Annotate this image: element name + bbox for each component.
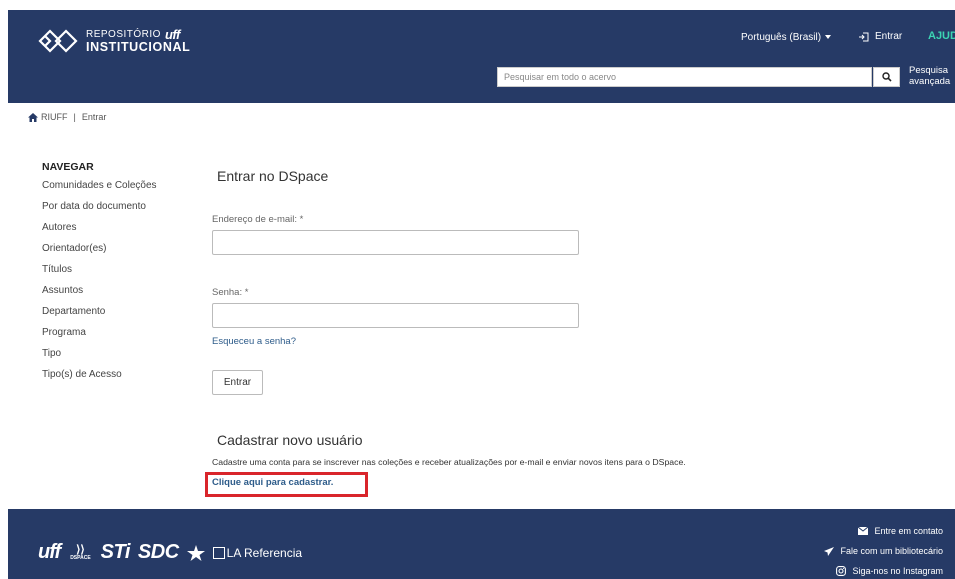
home-icon xyxy=(28,112,38,122)
sidebar-item-assuntos[interactable]: Assuntos xyxy=(42,284,157,305)
sidebar-item-titulos[interactable]: Títulos xyxy=(42,263,157,284)
sti-logo[interactable]: STi xyxy=(101,541,131,564)
sidebar-item-comunidades[interactable]: Comunidades e Coleções xyxy=(42,179,157,200)
instagram-link-label: Siga-nos no Instagram xyxy=(852,566,943,576)
uff-logo[interactable]: uff xyxy=(38,541,61,564)
forgot-password-link[interactable]: Esqueceu a senha? xyxy=(212,336,296,347)
login-submit-button[interactable]: Entrar xyxy=(212,370,263,395)
register-link[interactable]: Clique aqui para cadastrar. xyxy=(212,477,333,488)
language-selector[interactable]: Português (Brasil) xyxy=(741,32,832,43)
dspace-logo[interactable]: ⟩⟩ DSPACE xyxy=(70,543,91,561)
footer-links: Entre em contato Fale com um bibliotecár… xyxy=(824,521,943,579)
sidebar-item-autores[interactable]: Autores xyxy=(42,221,157,242)
sign-in-icon xyxy=(859,32,869,41)
login-title: Entrar no DSpace xyxy=(217,168,329,184)
register-description: Cadastre uma conta para se inscrever nas… xyxy=(212,457,686,467)
dspace-logo-text: DSPACE xyxy=(70,554,91,561)
language-label: Português (Brasil) xyxy=(741,32,822,43)
help-link[interactable]: AJUDA xyxy=(928,30,955,42)
search-icon xyxy=(881,72,892,82)
email-field[interactable] xyxy=(212,230,579,255)
breadcrumb: RIUFF | Entrar xyxy=(28,112,106,122)
instagram-icon xyxy=(836,566,847,576)
sidebar-item-orientadores[interactable]: Orientador(es) xyxy=(42,242,157,263)
sdc-logo[interactable]: SDC xyxy=(138,541,179,564)
librarian-link-label: Fale com um bibliotecário xyxy=(840,546,943,556)
sidebar-heading: NAVEGAR xyxy=(42,161,94,173)
logo-diamond-icon xyxy=(38,29,78,53)
envelope-icon xyxy=(858,527,869,535)
la-referencia-text: LA Referencia xyxy=(226,545,303,560)
breadcrumb-home[interactable]: RIUFF xyxy=(41,112,68,122)
sidebar-item-programa[interactable]: Programa xyxy=(42,326,157,347)
paper-plane-icon xyxy=(824,546,835,556)
logo-text-institucional: INSTITUCIONAL xyxy=(86,40,191,54)
la-referencia-box-icon xyxy=(212,546,225,559)
breadcrumb-separator: | xyxy=(73,112,76,122)
advanced-search-link[interactable]: Pesquisa avançada xyxy=(909,65,955,87)
sidebar-navigation: NAVEGAR Comunidades e Coleções Por data … xyxy=(42,161,157,389)
sidebar-item-tipo-acesso[interactable]: Tipo(s) de Acesso xyxy=(42,368,157,389)
login-label: Entrar xyxy=(875,31,903,42)
password-field[interactable] xyxy=(212,303,579,328)
contact-link[interactable]: Entre em contato xyxy=(824,521,943,541)
repository-logo[interactable]: REPOSITÓRIO uff INSTITUCIONAL xyxy=(36,24,190,58)
breadcrumb-current: Entrar xyxy=(81,112,107,122)
login-link[interactable]: Entrar xyxy=(858,31,902,42)
star-logo-icon[interactable] xyxy=(186,544,205,561)
librarian-link[interactable]: Fale com um bibliotecário xyxy=(824,541,943,561)
sidebar-item-tipo[interactable]: Tipo xyxy=(42,347,157,368)
site-header: REPOSITÓRIO uff INSTITUCIONAL Português … xyxy=(8,10,955,103)
password-label: Senha: * xyxy=(212,287,249,298)
search-button[interactable] xyxy=(873,67,900,87)
email-label: Endereço de e-mail: * xyxy=(212,214,304,225)
dspace-mark-icon: ⟩⟩ xyxy=(76,543,85,556)
footer-logos: uff ⟩⟩ DSPACE STi SDC LA Referencia xyxy=(38,541,302,564)
la-referencia-logo[interactable]: LA Referencia xyxy=(212,545,303,560)
search-input[interactable] xyxy=(497,67,872,87)
register-title: Cadastrar novo usuário xyxy=(217,432,363,448)
site-footer: uff ⟩⟩ DSPACE STi SDC LA Referencia Entr… xyxy=(8,509,955,579)
sidebar-item-departamento[interactable]: Departamento xyxy=(42,305,157,326)
sidebar-item-data[interactable]: Por data do documento xyxy=(42,200,157,221)
caret-down-icon xyxy=(825,35,832,40)
instagram-link[interactable]: Siga-nos no Instagram xyxy=(824,561,943,579)
contact-link-label: Entre em contato xyxy=(874,526,943,536)
